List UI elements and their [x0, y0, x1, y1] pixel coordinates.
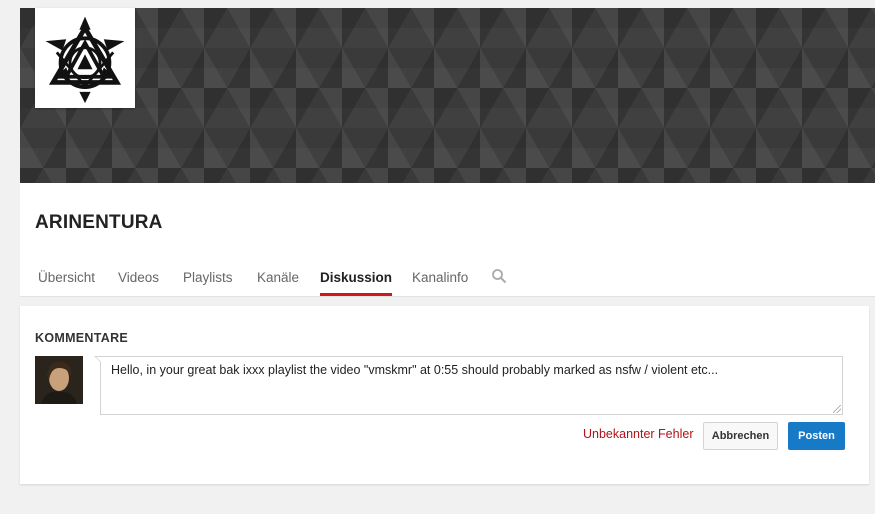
tab-overview[interactable]: Übersicht	[38, 258, 95, 296]
error-message: Unbekannter Fehler	[583, 427, 694, 441]
channel-logo-icon	[45, 16, 125, 104]
user-avatar	[35, 356, 83, 404]
post-button[interactable]: Posten	[788, 422, 845, 450]
channel-avatar[interactable]	[35, 8, 135, 108]
channel-title: ARINENTURA	[35, 212, 163, 233]
tab-discussion[interactable]: Diskussion	[320, 258, 393, 296]
channel-banner	[20, 8, 875, 183]
tab-playlists[interactable]: Playlists	[183, 258, 233, 296]
comment-input[interactable]: Hello, in your great bak ixxx playlist t…	[94, 356, 843, 415]
comment-text: Hello, in your great bak ixxx playlist t…	[111, 363, 719, 377]
cancel-button[interactable]: Abbrechen	[703, 422, 778, 450]
resize-handle[interactable]	[833, 405, 841, 413]
tab-videos[interactable]: Videos	[118, 258, 159, 296]
tab-about[interactable]: Kanalinfo	[412, 258, 468, 296]
search-icon[interactable]	[491, 268, 507, 289]
comments-heading: KOMMENTARE	[35, 331, 129, 345]
tab-channels[interactable]: Kanäle	[257, 258, 299, 296]
